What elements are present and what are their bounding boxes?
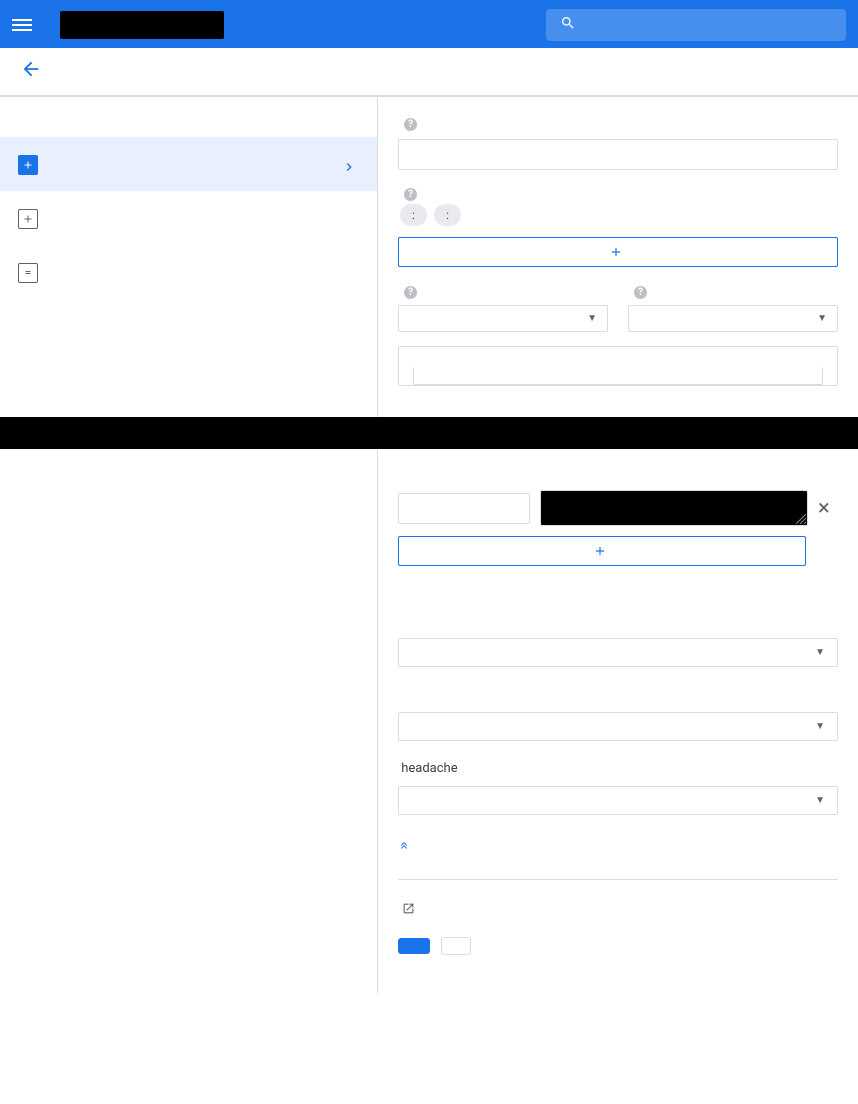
instance-name-input[interactable] <box>398 139 838 170</box>
image-gap <box>0 417 858 449</box>
help-icon[interactable]: ? <box>404 188 417 201</box>
create-button[interactable] <box>398 938 430 954</box>
metadata-value-input[interactable] <box>540 490 808 526</box>
help-icon[interactable]: ? <box>404 286 417 299</box>
preemptibility-select[interactable]: ▼ <box>398 638 838 667</box>
option-new-vm[interactable] <box>0 137 377 191</box>
search-input[interactable] <box>590 17 832 33</box>
add-metadata-item-button[interactable] <box>398 536 806 566</box>
external-link-icon <box>402 902 415 919</box>
project-selector[interactable] <box>60 11 224 39</box>
option-from-template[interactable] <box>0 191 377 245</box>
machine-image-icon <box>18 263 38 283</box>
less-toggle[interactable] <box>398 841 838 857</box>
chevron-down-icon: ▼ <box>817 313 827 324</box>
intro-text <box>0 97 377 137</box>
label-chip[interactable]: : <box>400 204 427 226</box>
region-select[interactable]: ▼ <box>398 305 608 332</box>
hamburger-menu-icon[interactable] <box>12 16 32 34</box>
help-icon[interactable]: ? <box>404 118 417 131</box>
chevron-right-icon <box>341 159 357 179</box>
zone-label: ? <box>628 286 647 299</box>
remove-metadata-icon[interactable]: × <box>818 496 830 521</box>
machine-family-tabs[interactable] <box>413 367 823 385</box>
collapse-icon <box>398 841 410 857</box>
template-icon <box>18 209 38 229</box>
add-label-button[interactable] <box>398 237 838 267</box>
search-icon <box>560 15 576 35</box>
label-chips: : : <box>398 201 838 229</box>
zone-select[interactable]: ▼ <box>628 305 838 332</box>
labels-label: ? <box>398 188 427 201</box>
chevron-down-icon: ▼ <box>815 795 825 806</box>
option-from-machine-image[interactable] <box>0 245 377 299</box>
cancel-button[interactable] <box>441 937 471 955</box>
resize-handle-icon[interactable] <box>796 514 806 524</box>
back-arrow-icon[interactable] <box>20 58 42 86</box>
metadata-key-input[interactable] <box>398 493 530 524</box>
plus-box-icon <box>18 155 38 175</box>
label-chip[interactable]: : <box>434 204 461 226</box>
chevron-down-icon: ▼ <box>815 647 825 658</box>
host-maintenance-select[interactable]: ▼ <box>398 712 838 741</box>
billing-notice <box>398 902 838 919</box>
chevron-down-icon: ▼ <box>587 313 597 324</box>
automatic-restart-select[interactable]: ▼ <box>398 786 838 815</box>
chevron-down-icon: ▼ <box>815 721 825 732</box>
region-label: ? <box>398 286 417 299</box>
name-label: ? <box>398 118 417 131</box>
help-icon[interactable]: ? <box>634 286 647 299</box>
search-box[interactable] <box>546 9 846 41</box>
